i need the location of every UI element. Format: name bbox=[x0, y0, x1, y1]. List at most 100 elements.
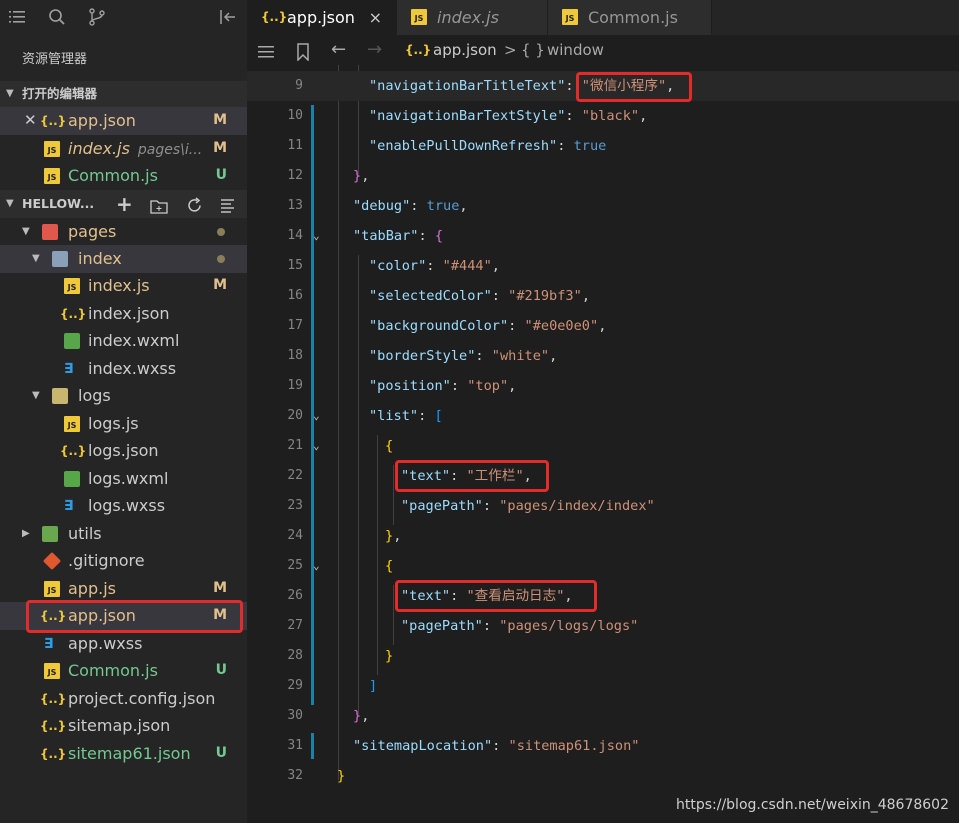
code-line[interactable]: 21 ⌄ { bbox=[247, 431, 959, 461]
fold-chevron-icon[interactable]: ⌄ bbox=[313, 401, 320, 431]
line-number: 13 bbox=[287, 198, 303, 213]
code-line[interactable]: 16 "selectedColor": "#219bf3", bbox=[247, 281, 959, 311]
code-line[interactable]: 30 }, bbox=[247, 701, 959, 731]
forward-arrow-icon[interactable]: → bbox=[367, 35, 382, 65]
tree-file[interactable]: {..} project.config.json bbox=[0, 685, 247, 713]
tree-file[interactable]: JS app.js M bbox=[0, 575, 247, 603]
tree-file[interactable]: ∃ logs.wxss bbox=[0, 492, 247, 520]
code-line[interactable]: 11 "enablePullDownRefresh": true bbox=[247, 131, 959, 161]
fold-chevron-icon[interactable]: ⌄ bbox=[313, 551, 320, 581]
git-status-badge: M bbox=[213, 277, 227, 293]
fold-chevron-icon[interactable]: ⌄ bbox=[313, 431, 320, 461]
tree-file[interactable]: JS index.js M bbox=[0, 272, 247, 300]
tree-item-label: app.js bbox=[68, 579, 116, 598]
code-line[interactable]: 28 } bbox=[247, 641, 959, 671]
open-editor-item[interactable]: JS Common.js U bbox=[0, 162, 247, 190]
line-number: 22 bbox=[287, 468, 303, 483]
code-editor[interactable]: 9 "navigationBarTitleText": "微信小程序", 10 … bbox=[247, 65, 959, 823]
watermark: https://blog.csdn.net/weixin_48678602 bbox=[675, 797, 949, 813]
line-number: 25 bbox=[287, 558, 303, 573]
code-line[interactable]: 12 }, bbox=[247, 161, 959, 191]
tree-file[interactable]: JS logs.js bbox=[0, 410, 247, 438]
code-line[interactable]: 19 "position": "top", bbox=[247, 371, 959, 401]
collapse-panel-icon[interactable] bbox=[218, 8, 238, 28]
source-control-icon[interactable] bbox=[88, 8, 108, 28]
code-line[interactable]: 26 "text": "查看启动日志", bbox=[247, 581, 959, 611]
code-line[interactable]: 32 } bbox=[247, 761, 959, 791]
new-file-icon[interactable]: + bbox=[116, 190, 133, 218]
tree-file[interactable]: logs.wxml bbox=[0, 465, 247, 493]
tab-common-js[interactable]: JS Common.js bbox=[548, 0, 712, 35]
tree-folder-logs[interactable]: ▼ logs bbox=[0, 382, 247, 410]
code-line[interactable]: 29 ] bbox=[247, 671, 959, 701]
js-file-icon: JS bbox=[562, 9, 578, 25]
code-line[interactable]: 25 ⌄ { bbox=[247, 551, 959, 581]
js-file-icon: JS bbox=[44, 141, 60, 157]
tree-file[interactable]: {..} logs.json bbox=[0, 437, 247, 465]
chevron-down-icon: ▼ bbox=[6, 198, 14, 209]
tree-file[interactable]: {..} sitemap.json bbox=[0, 712, 247, 740]
breadcrumb-file[interactable]: app.json bbox=[433, 35, 497, 65]
code-line[interactable]: 10 "navigationBarTextStyle": "black", bbox=[247, 101, 959, 131]
code-line[interactable]: 13 "debug": true, bbox=[247, 191, 959, 221]
tree-file[interactable]: index.wxml bbox=[0, 327, 247, 355]
tree-item-label: .gitignore bbox=[68, 551, 145, 570]
code-line[interactable]: 18 "borderStyle": "white", bbox=[247, 341, 959, 371]
tree-item-label: index.wxss bbox=[88, 359, 177, 378]
tree-file[interactable]: {..} sitemap61.json U bbox=[0, 740, 247, 768]
highlight-box bbox=[26, 600, 243, 633]
menu-icon[interactable] bbox=[8, 8, 28, 28]
line-number: 31 bbox=[287, 738, 303, 753]
fold-chevron-icon[interactable]: ⌄ bbox=[313, 221, 320, 251]
breadcrumb-symbol[interactable]: window bbox=[547, 35, 604, 65]
highlight-box bbox=[576, 72, 692, 102]
line-number: 15 bbox=[287, 258, 303, 273]
modified-dot bbox=[217, 255, 225, 263]
code-line[interactable]: 23 "pagePath": "pages/index/index" bbox=[247, 491, 959, 521]
back-arrow-icon[interactable]: ← bbox=[331, 35, 346, 65]
tab-index-js[interactable]: JS index.js bbox=[397, 0, 548, 35]
tree-file[interactable]: ∃ index.wxss bbox=[0, 355, 247, 383]
tree-file[interactable]: {..} index.json bbox=[0, 300, 247, 328]
tree-item-label: logs bbox=[78, 386, 111, 405]
highlight-box bbox=[395, 460, 549, 492]
tab-app-json[interactable]: {..} app.json × bbox=[247, 0, 397, 35]
open-editor-item[interactable]: ✕ {..} app.json M bbox=[0, 107, 247, 135]
open-editor-item[interactable]: JS index.js pages\i... M bbox=[0, 135, 247, 163]
breadcrumb-separator: > bbox=[504, 41, 517, 59]
workspace-header[interactable]: ▼ HELLOW... + bbox=[0, 190, 247, 218]
tree-file[interactable]: ∃ app.wxss bbox=[0, 630, 247, 658]
css-file-icon: ∃ bbox=[64, 498, 74, 514]
tree-item-label: index.js bbox=[88, 276, 150, 295]
chevron-right-icon: ▶ bbox=[22, 528, 30, 539]
wxml-file-icon bbox=[64, 471, 80, 487]
code-line[interactable]: 24 }, bbox=[247, 521, 959, 551]
chevron-down-icon: ▼ bbox=[22, 226, 30, 237]
close-icon[interactable]: × bbox=[369, 0, 382, 35]
close-icon[interactable]: ✕ bbox=[24, 107, 37, 135]
css-file-icon: ∃ bbox=[44, 636, 54, 652]
tree-file[interactable]: JS Common.js U bbox=[0, 657, 247, 685]
line-number: 20 bbox=[287, 408, 303, 423]
line-number: 10 bbox=[287, 108, 303, 123]
tree-folder-pages[interactable]: ▼ pages bbox=[0, 218, 247, 246]
open-editor-label: index.js pages\i... bbox=[68, 139, 203, 158]
code-line[interactable]: 15 "color": "#444", bbox=[247, 251, 959, 281]
js-file-icon: JS bbox=[64, 416, 80, 432]
open-editors-header[interactable]: ▼ 打开的编辑器 bbox=[0, 81, 247, 107]
css-file-icon: ∃ bbox=[64, 361, 74, 377]
line-number: 23 bbox=[287, 498, 303, 513]
code-line[interactable]: 31 "sitemapLocation": "sitemap61.json" bbox=[247, 731, 959, 761]
code-line[interactable]: 17 "backgroundColor": "#e0e0e0", bbox=[247, 311, 959, 341]
search-icon[interactable] bbox=[48, 8, 68, 28]
chevron-down-icon: ▼ bbox=[6, 88, 14, 99]
tree-file[interactable]: .gitignore bbox=[0, 547, 247, 575]
code-line[interactable]: 14 ⌄ "tabBar": { bbox=[247, 221, 959, 251]
tree-folder-utils[interactable]: ▶ utils bbox=[0, 520, 247, 548]
workspace-title: HELLOW... bbox=[22, 196, 95, 211]
code-line[interactable]: 20 ⌄ "list": [ bbox=[247, 401, 959, 431]
tree-item-label: utils bbox=[68, 524, 102, 543]
tree-folder-index[interactable]: ▼ index bbox=[0, 245, 247, 273]
code-line[interactable]: 27 "pagePath": "pages/logs/logs" bbox=[247, 611, 959, 641]
code-line[interactable]: 22 "text": "工作栏", bbox=[247, 461, 959, 491]
